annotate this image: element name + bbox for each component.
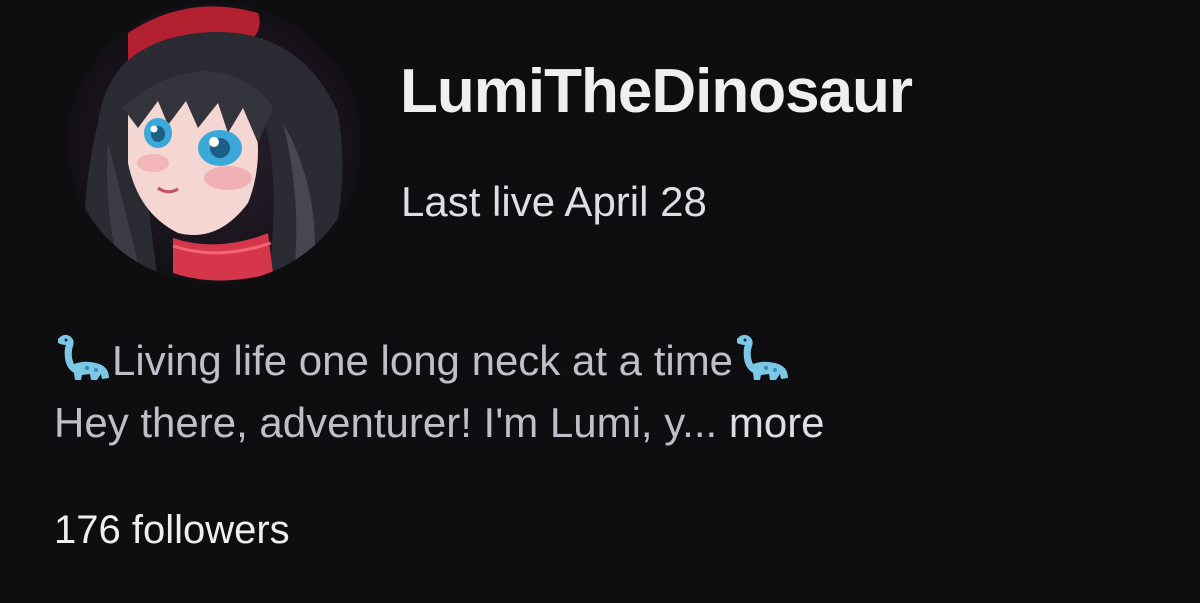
bio-tagline: Living life one long neck at a time [112,337,734,384]
followers-count[interactable]: 176 followers [54,506,290,554]
last-live-status: Last live April 28 [401,178,707,225]
bio-line-1: Living life one long neck at a time [54,330,1174,392]
bio-line-2: Hey there, adventurer! I'm Lumi, y... mo… [54,392,1174,454]
avatar[interactable] [68,3,361,283]
more-link[interactable]: more [729,399,825,446]
bio-preview: Hey there, adventurer! I'm Lumi, y... [54,399,718,446]
avatar-portrait-icon [68,3,361,283]
sauropod-emoji-icon [58,334,109,380]
bio: Living life one long neck at a time Hey … [54,330,1174,454]
sauropod-emoji-icon [737,334,789,380]
channel-name[interactable]: LumiTheDinosaur [400,55,913,129]
